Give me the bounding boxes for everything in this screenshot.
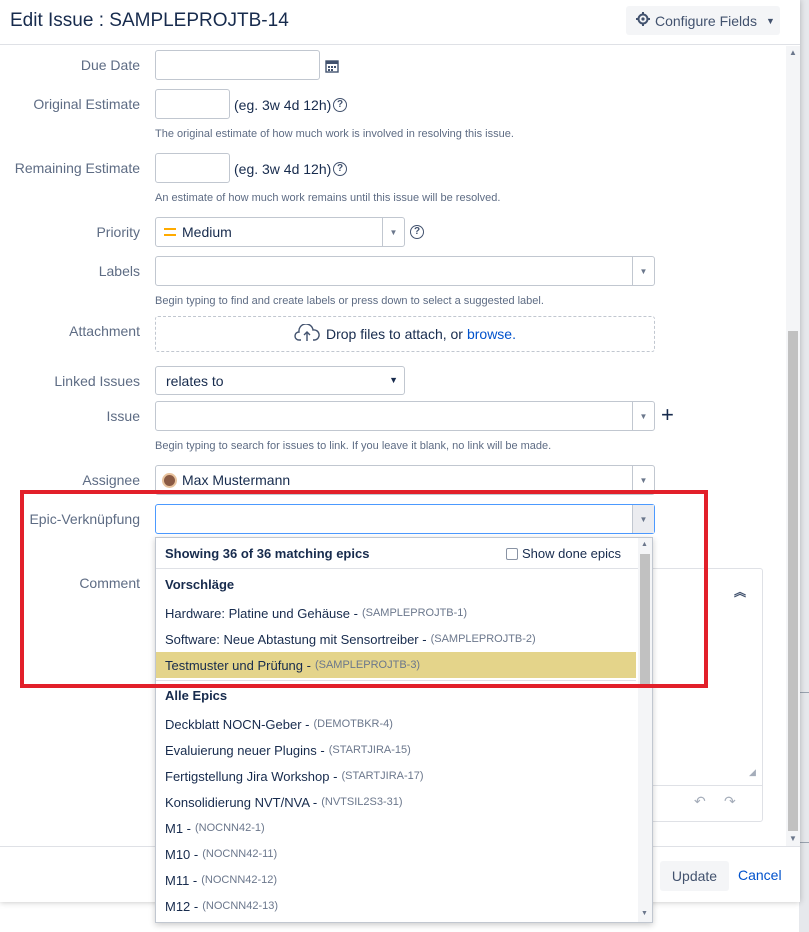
epic-option[interactable]: Evaluierung neuer Plugins - (STARTJIRA-1… — [156, 737, 636, 763]
epic-option[interactable]: M10 - (NOCNN42-11) — [156, 841, 636, 867]
update-button[interactable]: Update — [660, 861, 729, 891]
epic-option[interactable]: M1 - (NOCNN42-1) — [156, 815, 636, 841]
chevron-down-icon: ▼ — [632, 402, 654, 430]
remaining-estimate-label: Remaining Estimate — [14, 160, 140, 176]
linked-issues-select[interactable]: relates to ▼ — [155, 366, 405, 395]
attachment-label: Attachment — [69, 323, 140, 339]
scrollbar-thumb[interactable] — [788, 331, 798, 831]
labels-hint: Begin typing to find and create labels o… — [155, 295, 544, 307]
assignee-value: Max Mustermann — [182, 472, 291, 488]
epic-key: (DEMOTBKR-4) — [313, 718, 393, 730]
epic-name: M12 - — [165, 898, 199, 914]
labels-input[interactable]: ▼ — [155, 256, 655, 286]
chevron-down-icon: ▼ — [382, 218, 404, 246]
original-estimate-label: Original Estimate — [33, 96, 140, 112]
epic-key: (NOCNN42-11) — [202, 848, 278, 860]
help-icon[interactable]: ? — [410, 225, 424, 239]
chevron-down-icon: ▼ — [389, 375, 398, 385]
all-epics-heading: Alle Epics — [165, 688, 228, 703]
scroll-down-icon[interactable]: ▼ — [789, 834, 797, 843]
help-icon[interactable]: ? — [333, 162, 347, 176]
avatar — [162, 472, 177, 488]
priority-value: Medium — [182, 224, 232, 240]
epic-key: (NOCNN42-12) — [201, 874, 278, 886]
epic-option[interactable]: Konsolidierung NVT/NVA - (NVTSIL2S3-31) — [156, 789, 636, 815]
configure-fields-label: Configure Fields — [655, 12, 757, 29]
remaining-estimate-description: An estimate of how much work remains unt… — [155, 192, 501, 204]
scroll-up-icon[interactable]: ▲ — [789, 48, 797, 57]
chevron-down-icon: ▼ — [765, 15, 775, 26]
configure-fields-button[interactable]: Configure Fields ▼ — [626, 6, 780, 35]
original-estimate-description: The original estimate of how much work i… — [155, 128, 514, 140]
epic-key: (STARTJIRA-15) — [328, 744, 411, 756]
scroll-down-icon[interactable]: ▼ — [641, 910, 648, 917]
epic-key: (NOCNN42-13) — [202, 900, 279, 912]
remaining-estimate-example: (eg. 3w 4d 12h) — [234, 161, 332, 177]
epic-name: Konsolidierung NVT/NVA - — [165, 794, 318, 810]
dialog-header: Edit Issue : SAMPLEPROJTB-14 Configure F… — [0, 0, 800, 45]
issue-hint: Begin typing to search for issues to lin… — [155, 440, 552, 452]
epic-name: M10 - — [165, 846, 199, 862]
epic-name: M11 - — [165, 872, 198, 888]
background-page — [799, 0, 809, 932]
priority-select[interactable]: Medium ▼ — [155, 217, 405, 247]
due-date-label: Due Date — [80, 57, 140, 73]
epic-option[interactable]: Fertigstellung Jira Workshop - (STARTJIR… — [156, 763, 636, 789]
cancel-link[interactable]: Cancel — [738, 867, 782, 883]
epic-option[interactable]: Deckblatt NOCN-Geber - (DEMOTBKR-4) — [156, 711, 636, 737]
dialog-title: Edit Issue : SAMPLEPROJTB-14 — [10, 10, 289, 31]
help-icon[interactable]: ? — [333, 98, 347, 112]
epic-key: (NVTSIL2S3-31) — [321, 796, 403, 808]
remaining-estimate-input[interactable] — [155, 153, 230, 183]
epic-name: Evaluierung neuer Plugins - — [165, 742, 325, 758]
gear-icon — [636, 12, 650, 29]
assignee-label: Assignee — [82, 472, 140, 488]
calendar-icon[interactable] — [325, 59, 339, 78]
add-link-icon[interactable]: + — [661, 404, 674, 426]
epic-key: (STARTJIRA-17) — [341, 770, 424, 782]
collapse-icon[interactable]: ︽ — [734, 583, 746, 600]
chevron-down-icon: ▼ — [632, 257, 654, 285]
epic-name: Deckblatt NOCN-Geber - — [165, 716, 310, 732]
labels-label: Labels — [98, 263, 140, 279]
epic-option[interactable]: M11 - (NOCNN42-12) — [156, 867, 636, 893]
dialog-scrollbar[interactable]: ▲ ▼ — [786, 46, 800, 846]
linked-issues-value: relates to — [166, 372, 224, 389]
attachment-dropzone[interactable]: Drop files to attach, or browse. — [155, 316, 655, 352]
issue-label: Issue — [106, 408, 140, 424]
epic-key: (NOCNN42-1) — [195, 822, 265, 834]
due-date-input[interactable] — [155, 50, 320, 80]
linked-issues-label: Linked Issues — [54, 373, 140, 389]
priority-label: Priority — [96, 224, 140, 240]
epic-name: M1 - — [165, 820, 191, 836]
redo-icon[interactable]: ↷ — [724, 793, 736, 810]
annotation-highlight-box — [20, 490, 708, 688]
epic-name: Fertigstellung Jira Workshop - — [165, 768, 338, 784]
original-estimate-input[interactable] — [155, 89, 230, 119]
issue-input[interactable]: ▼ — [155, 401, 655, 431]
resize-handle-icon[interactable]: ◢ — [749, 767, 756, 778]
priority-medium-icon — [164, 228, 176, 236]
cloud-upload-icon — [294, 322, 320, 345]
epic-option[interactable]: M12 - (NOCNN42-13) — [156, 893, 636, 919]
original-estimate-example: (eg. 3w 4d 12h) — [234, 97, 332, 113]
undo-icon[interactable]: ↶ — [694, 793, 706, 810]
drop-text: Drop files to attach, or — [326, 326, 463, 342]
browse-link[interactable]: browse. — [467, 326, 516, 342]
